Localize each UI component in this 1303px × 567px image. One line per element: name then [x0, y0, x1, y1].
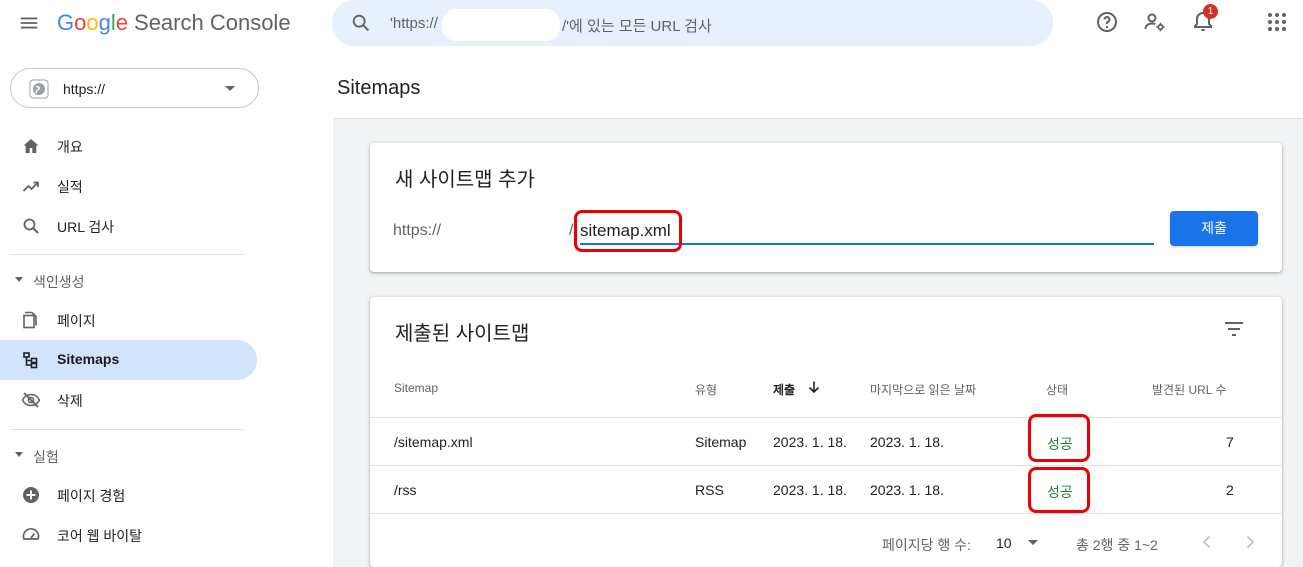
sidebar-divider — [10, 254, 244, 255]
sidebar-section-indexing[interactable]: 색인생성 — [0, 265, 257, 295]
section-label: 색인생성 — [33, 274, 85, 290]
trending-up-icon — [22, 181, 39, 192]
globe-icon — [29, 79, 49, 99]
notification-badge: 1 — [1203, 4, 1218, 19]
add-circle-icon — [23, 487, 39, 503]
highlight-sitemap-input — [574, 210, 682, 252]
column-header-submitted[interactable]: 제출 — [773, 381, 820, 398]
cell-sitemap: /sitemap.xml — [394, 434, 473, 450]
cell-last-read: 2023. 1. 18. — [870, 434, 944, 450]
sidebar-item-url-inspection[interactable]: URL 검사 — [0, 206, 257, 246]
cell-sitemap: /rss — [394, 482, 417, 498]
table-bottom-border — [370, 513, 1282, 514]
search-placeholder-end: /'에 있는 모든 URL 검사 — [562, 18, 712, 35]
filter-icon[interactable] — [1222, 317, 1246, 341]
google-search-console-logo[interactable]: Google Search Console — [57, 10, 291, 36]
sitemap-url-prefix: https:// — [393, 222, 442, 239]
title-divider — [333, 118, 1303, 119]
add-sitemap-title: 새 사이트맵 추가 — [395, 169, 535, 191]
cell-discovered-urls: 7 — [1226, 434, 1234, 450]
sidebar-item-page-experience[interactable]: 페이지 경험 — [0, 475, 257, 515]
cell-submitted: 2023. 1. 18. — [773, 482, 847, 498]
search-placeholder-start: 'https:// — [390, 15, 438, 32]
chevron-down-icon — [225, 86, 235, 91]
home-icon — [23, 139, 39, 153]
rows-per-page-value: 10 — [996, 535, 1012, 551]
column-header-discovered-urls[interactable]: 발견된 URL 수 — [1152, 381, 1226, 398]
chevron-down-icon — [1028, 540, 1038, 545]
pages-icon — [23, 311, 37, 329]
sidebar-item-pages[interactable]: 페이지 — [0, 300, 257, 340]
next-page-icon[interactable] — [1240, 532, 1260, 552]
visibility-off-icon — [21, 392, 41, 408]
property-url: https:// — [63, 81, 106, 97]
speed-icon — [22, 528, 40, 540]
cell-last-read: 2023. 1. 18. — [870, 482, 944, 498]
highlight-status-row-2 — [1028, 467, 1090, 513]
sidebar-item-performance[interactable]: 실적 — [0, 166, 257, 206]
menu-icon[interactable] — [18, 12, 40, 34]
collapse-triangle-icon — [15, 277, 23, 282]
sidebar-item-core-web-vitals[interactable]: 코어 웹 바이탈 — [0, 515, 257, 555]
sidebar-item-sitemaps[interactable]: Sitemaps — [0, 340, 257, 380]
sitemap-url-slash: / — [569, 222, 574, 239]
top-bar: Google Search Console 'https:// /'에 있는 모든… — [0, 0, 1303, 48]
apps-grid-icon[interactable] — [1265, 10, 1289, 34]
rows-per-page-select[interactable]: 10 — [996, 535, 1038, 551]
cell-submitted: 2023. 1. 18. — [773, 434, 847, 450]
submitted-sitemaps-title: 제출된 사이트맵 — [395, 323, 530, 345]
section-label: 실험 — [33, 449, 59, 465]
sidebar-item-label: 페이지 — [57, 313, 96, 329]
help-icon[interactable] — [1095, 10, 1119, 34]
sidebar-item-label: URL 검사 — [57, 219, 115, 235]
manage-users-icon[interactable] — [1143, 10, 1167, 34]
sidebar-item-overview[interactable]: 개요 — [0, 126, 257, 166]
sidebar-section-experience[interactable]: 실험 — [0, 440, 257, 470]
column-header-type[interactable]: 유형 — [695, 381, 717, 398]
sidebar-item-label: 삭제 — [57, 393, 83, 409]
add-sitemap-card: 새 사이트맵 추가 https:// / sitemap.xml 제출 — [370, 143, 1282, 272]
sidebar-item-label: 페이지 경험 — [57, 488, 126, 504]
property-selector[interactable]: https:// — [10, 68, 259, 108]
redaction-mask — [442, 9, 560, 41]
highlight-status-row-1 — [1028, 414, 1090, 462]
submit-button[interactable]: 제출 — [1170, 211, 1258, 246]
page-title: Sitemaps — [337, 77, 421, 99]
redaction-mask — [111, 75, 217, 103]
table-row[interactable]: /rss RSS 2023. 1. 18. 2023. 1. 18. 성공 2 — [370, 465, 1282, 513]
column-header-last-read[interactable]: 마지막으로 읽은 날짜 — [870, 381, 976, 398]
sidebar-item-label: Sitemaps — [57, 351, 120, 367]
previous-page-icon[interactable] — [1197, 532, 1217, 552]
search-icon — [352, 14, 370, 32]
column-header-sitemap[interactable]: Sitemap — [394, 381, 438, 395]
sidebar-item-label: 코어 웹 바이탈 — [57, 528, 143, 544]
sidebar-item-removals[interactable]: 삭제 — [0, 380, 257, 420]
search-icon — [23, 218, 39, 234]
sidebar-item-label: 개요 — [57, 139, 83, 155]
url-inspection-search[interactable]: 'https:// /'에 있는 모든 URL 검사 — [332, 0, 1053, 46]
column-header-status[interactable]: 상태 — [1046, 381, 1068, 398]
rows-per-page-label: 페이지당 행 수: — [882, 537, 971, 553]
submitted-sitemaps-card: 제출된 사이트맵 Sitemap 유형 제출 마지막으로 읽은 날짜 상태 발견… — [370, 297, 1282, 567]
collapse-triangle-icon — [15, 452, 23, 457]
sitemap-icon — [23, 352, 38, 369]
cell-type: Sitemap — [695, 434, 747, 450]
cell-type: RSS — [695, 482, 724, 498]
sidebar-item-label: 실적 — [57, 179, 83, 195]
table-row[interactable]: /sitemap.xml Sitemap 2023. 1. 18. 2023. … — [370, 417, 1282, 465]
arrow-down-icon — [808, 381, 820, 394]
sidebar-divider — [10, 429, 244, 430]
pagination-range: 총 2행 중 1~2 — [1076, 537, 1158, 553]
column-header-label: 제출 — [773, 383, 796, 397]
cell-discovered-urls: 2 — [1226, 482, 1234, 498]
